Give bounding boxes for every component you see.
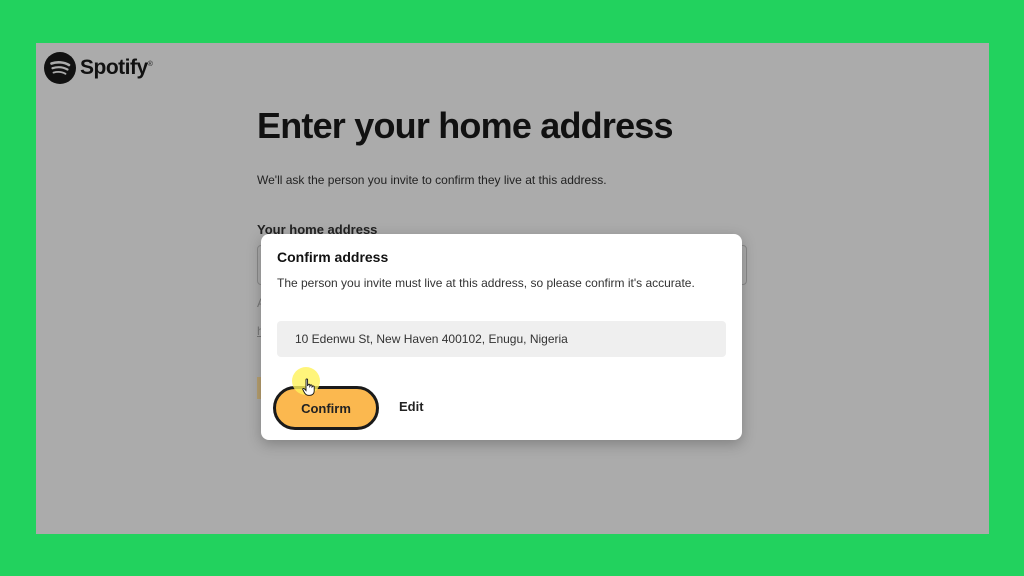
trademark-symbol: ®: [147, 61, 153, 68]
page-title: Enter your home address: [257, 105, 674, 146]
confirm-button[interactable]: Confirm: [273, 386, 379, 430]
dialog-body: The person you invite must live at this …: [277, 276, 695, 290]
hand-pointer-icon: [302, 378, 315, 396]
edit-button[interactable]: Edit: [395, 397, 428, 416]
confirm-address-dialog: Confirm address The person you invite mu…: [261, 234, 742, 440]
spotify-logo[interactable]: Spotify®: [44, 52, 153, 84]
logo-wordmark: Spotify®: [80, 56, 153, 79]
address-display: 10 Edenwu St, New Haven 400102, Enugu, N…: [277, 321, 726, 357]
dialog-title: Confirm address: [277, 249, 389, 265]
spotify-logo-icon: [44, 52, 76, 84]
page-subtitle: We'll ask the person you invite to confi…: [257, 173, 607, 187]
app-window: Spotify® Enter your home address We'll a…: [36, 43, 989, 534]
address-text: 10 Edenwu St, New Haven 400102, Enugu, N…: [295, 332, 568, 346]
